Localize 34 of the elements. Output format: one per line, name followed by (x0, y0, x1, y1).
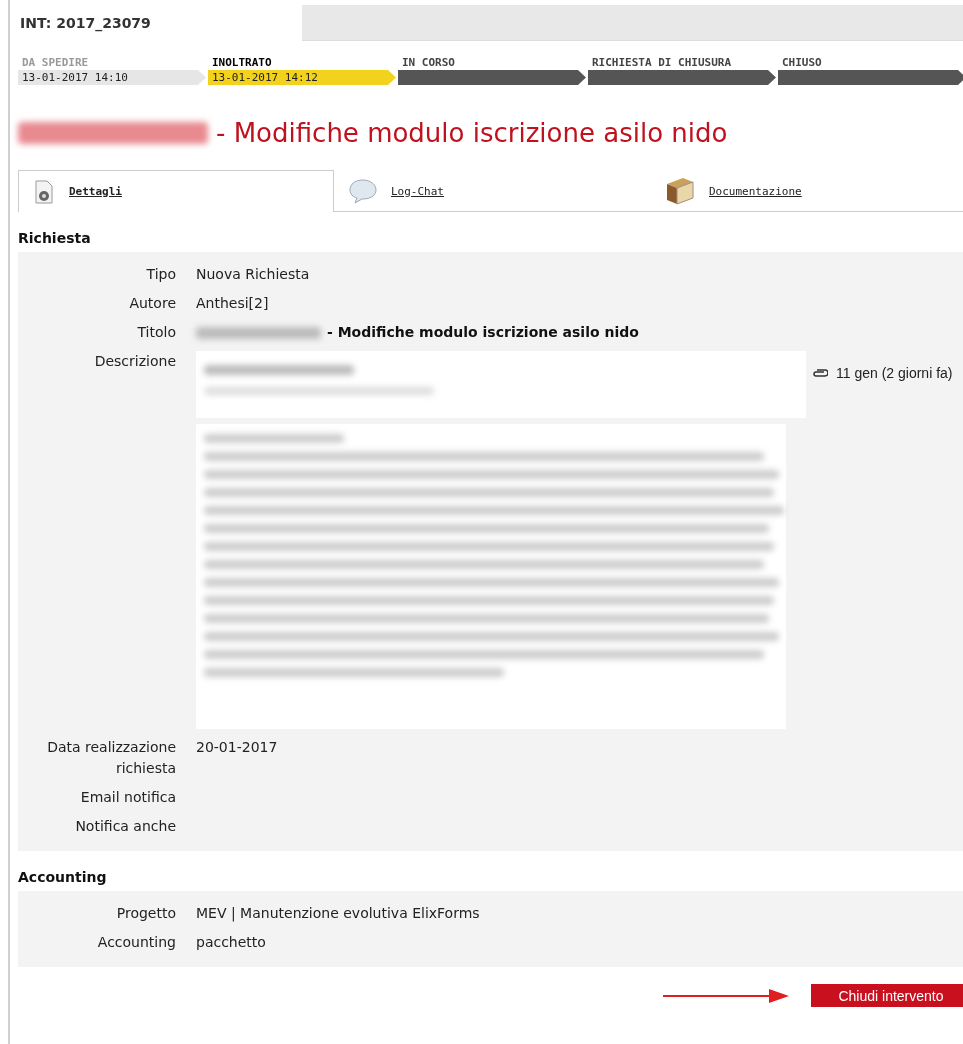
field-label: Email notifica (79, 788, 176, 807)
field-value: MEV | Manutenzione evolutiva ElixForms (196, 904, 481, 924)
step-label: INOLTRATO (211, 56, 273, 70)
field-value: Nuova Richiesta (196, 265, 311, 284)
field-value: 20-01-2017 (196, 738, 279, 757)
section-heading: Accounting (18, 869, 108, 885)
paperclip-icon (812, 368, 828, 378)
step-bar: 13-01-2017 14:10 (18, 70, 206, 85)
step-label: IN CORSO (401, 56, 456, 70)
step-label: RICHIESTA DI CHIUSURA (591, 56, 733, 70)
step-label: CHIUSO (781, 56, 823, 70)
field-label: Accounting (96, 933, 176, 952)
field-label: Notifica anche (74, 817, 176, 836)
step-bar: 13-01-2017 14:12 (208, 70, 396, 85)
tab[interactable]: Log-Chat (334, 170, 650, 211)
field-label: Data realizzazione richiesta (46, 738, 176, 778)
section-heading: Richiesta (18, 230, 92, 246)
tab[interactable]: Documentazione (650, 170, 963, 211)
field-label: Descrizione (93, 352, 176, 371)
field-label: Autore (128, 294, 176, 313)
ticket-id: INT: 2017_23079 (19, 14, 152, 34)
arrow-icon (663, 987, 791, 1004)
page-title: - Modifiche modulo iscrizione asilo nido (216, 118, 728, 148)
field-label: Tipo (145, 265, 176, 284)
field-label: Progetto (115, 904, 176, 923)
field-value: Anthesi[2] (196, 294, 270, 313)
field-value: pacchetto (196, 933, 267, 952)
field-label: Titolo (136, 323, 176, 342)
mail-date: 11 gen (2 giorni fa) (836, 365, 953, 381)
close-ticket-button[interactable]: Chiudi intervento (811, 984, 963, 1007)
step-label: DA SPEDIRE (21, 56, 90, 70)
tab[interactable]: Dettagli (18, 170, 334, 212)
field-value: - Modifiche modulo iscrizione asilo nido (327, 323, 639, 342)
speech-bubble-icon (349, 178, 377, 204)
